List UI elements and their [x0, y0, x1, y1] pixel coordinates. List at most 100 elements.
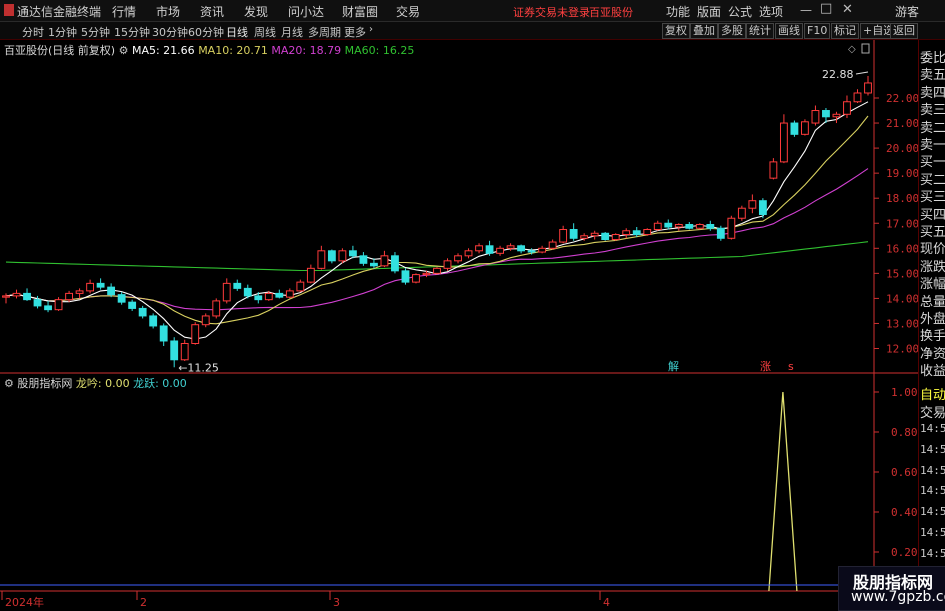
indicator-tick-label: 1.00 — [891, 386, 918, 399]
date-tick-label: 2024年 — [5, 595, 44, 609]
trade-time: 14:56 — [920, 505, 945, 519]
candle-body — [54, 299, 63, 311]
menu-gongshi[interactable]: 公式 — [728, 3, 752, 20]
longyin-legend: 龙吟: 0.00 — [75, 377, 130, 390]
candle-body — [653, 222, 662, 231]
candle-body — [380, 255, 389, 267]
candle-body — [706, 224, 715, 229]
diamond-icon: ◇ — [848, 44, 856, 55]
tongji-button[interactable]: 统计 — [746, 23, 774, 39]
candle-body — [159, 325, 168, 342]
quote-item: 委比 — [920, 51, 945, 66]
quote-item: 收益 — [920, 364, 945, 380]
candle-body — [843, 101, 851, 115]
candle-body — [370, 262, 378, 267]
settings-gear-icon[interactable]: ⚙ — [119, 44, 129, 57]
period-daily[interactable]: 日线 — [226, 24, 248, 40]
kline-chart[interactable]: 22.0021.0020.0019.0018.0017.0016.0015.00… — [0, 40, 918, 609]
candle-body — [748, 200, 757, 209]
duogu-button[interactable]: 多股 — [718, 23, 746, 39]
diejia-button[interactable]: 叠加 — [690, 23, 718, 39]
menu-wenxiaoda[interactable]: 问小达 — [288, 3, 324, 20]
candle-body — [538, 247, 547, 253]
period-more[interactable]: 更多 — [344, 24, 366, 40]
menu-caifuquan[interactable]: 财富圈 — [342, 3, 378, 20]
ma10-legend: MA10: 20.71 — [198, 44, 268, 57]
candle-body — [306, 267, 315, 283]
menu-xuanxiang[interactable]: 选项 — [759, 3, 783, 20]
menu-zixun[interactable]: 资讯 — [200, 3, 224, 20]
quote-item: 买二 — [920, 172, 945, 188]
close-icon[interactable]: ✕ — [842, 2, 853, 17]
period-1min[interactable]: 1分钟 — [48, 24, 77, 40]
candle-body — [96, 282, 105, 288]
menu-shichang[interactable]: 市场 — [156, 3, 180, 20]
restore-icon[interactable]: □ — [820, 1, 832, 16]
menu-hangqing[interactable]: 行情 — [112, 3, 136, 20]
candle-body — [790, 122, 799, 135]
quote-lower-item[interactable]: 交易 — [920, 402, 945, 421]
guest-label[interactable]: 游客 — [895, 3, 919, 20]
quote-item: 卖二 — [920, 120, 945, 136]
login-notice[interactable]: 证券交易未登录 — [513, 4, 590, 20]
candle-body — [296, 281, 305, 292]
period-60min[interactable]: 60分钟 — [188, 24, 224, 40]
period-weekly[interactable]: 周线 — [254, 24, 276, 40]
candle-body — [401, 270, 410, 283]
candle-body — [212, 300, 221, 317]
period-15min[interactable]: 15分钟 — [114, 24, 150, 40]
candle-body — [485, 245, 494, 254]
candle-body — [464, 250, 473, 257]
candle-body — [632, 230, 641, 236]
candlesticks[interactable] — [2, 75, 872, 368]
candle-body — [233, 282, 242, 289]
quote-item: 卖三 — [920, 103, 945, 119]
marker-zhang: 涨 — [760, 360, 771, 373]
menu-faxian[interactable]: 发现 — [244, 3, 268, 20]
candle-body — [75, 290, 84, 294]
date-axis: 2024年 2 3 4 — [1, 591, 610, 609]
fuquan-button[interactable]: 复权 — [662, 23, 690, 39]
date-tick-label: 4 — [603, 596, 610, 609]
candle-body — [285, 290, 294, 298]
candle-body — [853, 92, 862, 103]
price-tick-label: 17.00 — [886, 217, 918, 230]
trade-time: 14:56 — [920, 463, 945, 477]
candle-body — [222, 282, 231, 302]
period-30min[interactable]: 30分钟 — [152, 24, 188, 40]
candle-body — [359, 255, 368, 264]
huaxian-button[interactable]: 画线 — [775, 23, 803, 39]
f10-button[interactable]: F10 — [804, 23, 831, 39]
price-tick-label: 13.00 — [886, 317, 918, 330]
biaoji-button[interactable]: 标记 — [831, 23, 859, 39]
candle-body — [243, 287, 252, 297]
period-5min[interactable]: 5分钟 — [81, 24, 110, 40]
back-button[interactable]: 返回 — [890, 23, 918, 39]
quote-item: 涨跌 — [920, 259, 945, 275]
watermark-line2: www.7gpzb.com — [851, 589, 945, 605]
candle-body — [2, 295, 10, 298]
price-tick-label: 14.00 — [886, 292, 918, 305]
candle-body — [727, 217, 736, 239]
menu-jiaoyi[interactable]: 交易 — [396, 3, 420, 20]
app-logo-icon — [4, 4, 14, 16]
more-chevron-icon[interactable]: › — [369, 24, 373, 35]
quote-lower-item[interactable]: 自动 — [920, 384, 945, 403]
period-multi[interactable]: 多周期 — [308, 24, 341, 40]
quote-item: 净资 — [920, 346, 945, 362]
period-monthly[interactable]: 月线 — [281, 24, 303, 40]
low-price-label: ←11.25 — [178, 361, 219, 374]
quote-item: 现价 — [920, 242, 945, 258]
high-arrow — [855, 71, 869, 75]
price-tick-label: 16.00 — [886, 242, 918, 255]
candle-body — [23, 292, 31, 301]
quote-item: 买五 — [920, 225, 945, 240]
price-tick-label: 18.00 — [886, 192, 918, 205]
candle-body — [86, 282, 95, 292]
period-fenshi[interactable]: 分时 — [22, 24, 44, 40]
menu-gongneng[interactable]: 功能 — [666, 3, 690, 20]
indicator-gear-icon[interactable]: ⚙ — [4, 377, 14, 390]
minimize-icon[interactable]: — — [800, 3, 812, 17]
menu-banmian[interactable]: 版面 — [697, 3, 721, 20]
candle-body — [822, 110, 830, 118]
